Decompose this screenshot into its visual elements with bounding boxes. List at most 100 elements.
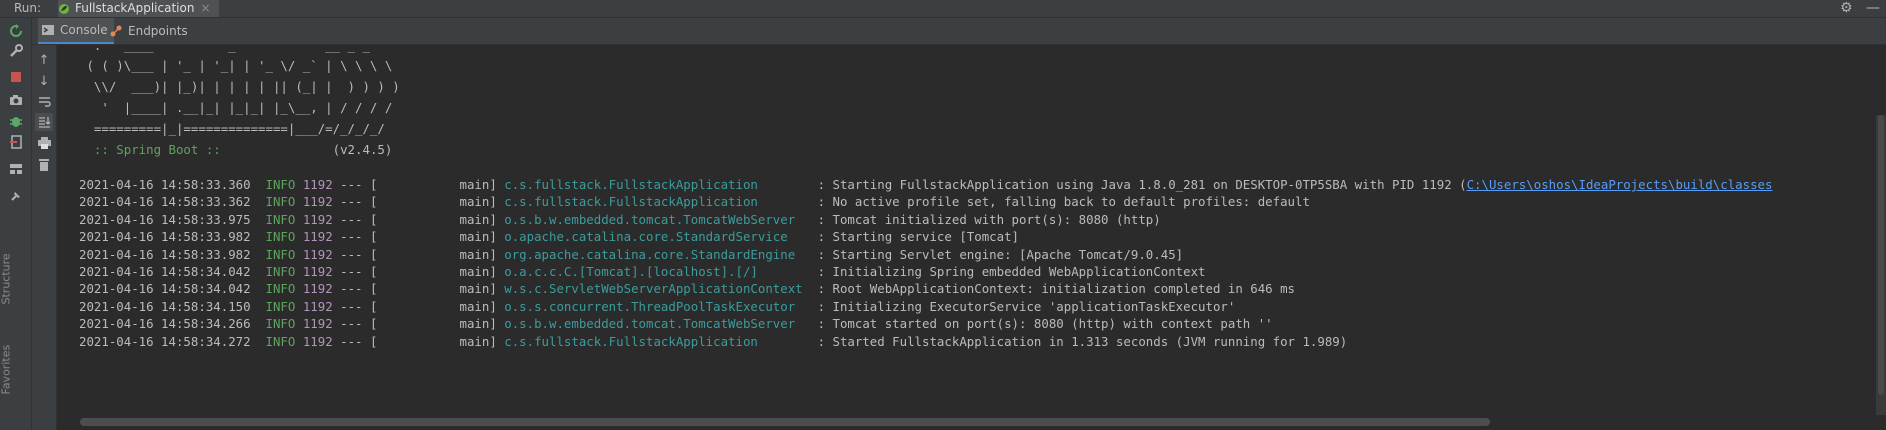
log-timestamp: 2021-04-16 14:58:34.042 — [79, 264, 251, 279]
favorites-tool-label[interactable]: Favorites — [0, 345, 13, 395]
log-thread: main] — [377, 281, 497, 297]
log-level: INFO — [265, 229, 296, 245]
print-icon[interactable] — [35, 134, 53, 152]
debug-icon[interactable] — [6, 112, 26, 130]
log-separator: --- [ — [332, 298, 378, 314]
log-timestamp: 2021-04-16 14:58:33.975 — [79, 211, 251, 227]
log-level: INFO — [265, 264, 296, 279]
log-level: INFO — [265, 281, 296, 297]
log-message: : Root WebApplicationContext: initializa… — [817, 281, 1296, 297]
log-message: : Started FullstackApplication in 1.313 … — [817, 333, 1348, 349]
log-level: INFO — [265, 211, 296, 227]
log-timestamp: 2021-04-16 14:58:33.982 — [79, 246, 251, 262]
console-output[interactable]: . ____ _ __ _ _ ( ( )\___ | '_ | '_| | '… — [57, 45, 1886, 415]
arrow-up-icon[interactable]: ↑ — [35, 51, 53, 69]
minimize-icon[interactable]: — — [1866, 0, 1880, 17]
spring-boot-version: (v2.4.5) — [332, 142, 393, 157]
log-separator: --- [ — [332, 264, 378, 279]
log-separator: --- [ — [332, 211, 378, 227]
run-label: Run: — [14, 1, 42, 15]
gear-icon[interactable]: ⚙ — [1840, 0, 1853, 17]
log-timestamp: 2021-04-16 14:58:34.150 — [79, 298, 251, 314]
scroll-to-end-icon[interactable] — [35, 113, 53, 131]
spring-boot-banner: :: Spring Boot :: (v2.4.5) — [79, 140, 392, 160]
log-logger: o.apache.catalina.core.StandardService — [504, 229, 811, 245]
spring-boot-label: :: Spring Boot :: — [79, 142, 333, 157]
log-thread: main] — [377, 333, 497, 349]
log-pid: 1192 — [302, 229, 333, 245]
log-separator: --- [ — [332, 333, 378, 349]
exit-icon[interactable] — [6, 133, 26, 151]
log-timestamp: 2021-04-16 14:58:34.042 — [79, 281, 251, 297]
banner-line: ' |____| .__|_| |_|_| |_\__, | / / / / — [79, 100, 393, 115]
log-pid: 1192 — [302, 281, 333, 297]
log-timestamp: 2021-04-16 14:58:33.982 — [79, 229, 251, 245]
log-pid: 1192 — [302, 298, 333, 314]
log-separator: --- [ — [332, 281, 378, 297]
log-thread: main] — [377, 229, 497, 245]
camera-icon[interactable] — [6, 91, 26, 109]
log-logger: c.s.fullstack.FullstackApplication — [504, 194, 811, 210]
log-level: INFO — [265, 194, 296, 210]
banner-line: \\/ ___)| |_)| | | | | || (_| | ) ) ) ) — [79, 79, 400, 94]
close-icon[interactable]: × — [200, 0, 210, 17]
log-message: : Initializing ExecutorService 'applicat… — [817, 298, 1236, 314]
console-icon — [42, 25, 54, 35]
spring-leaf-icon — [58, 3, 70, 15]
tab-endpoints-label: Endpoints — [128, 24, 188, 38]
log-message: : Tomcat started on port(s): 8080 (http)… — [817, 316, 1273, 332]
log-thread: main] — [377, 194, 497, 210]
log-timestamp: 2021-04-16 14:58:34.272 — [79, 333, 251, 349]
arrow-down-icon[interactable]: ↓ — [35, 72, 53, 90]
run-tabs: Console Endpoints — [32, 18, 1886, 45]
log-pid: 1192 — [302, 333, 333, 349]
soft-wrap-icon[interactable] — [35, 93, 53, 111]
log-separator: --- [ — [332, 246, 378, 262]
tab-console-label: Console — [60, 23, 108, 37]
log-message: : No active profile set, falling back to… — [817, 194, 1310, 210]
classpath-link[interactable]: C:\Users\oshos\IdeaProjects\build\classe… — [1467, 177, 1773, 192]
wrench-icon[interactable] — [6, 42, 26, 60]
log-separator: --- [ — [332, 177, 378, 192]
log-level: INFO — [265, 177, 296, 192]
log-logger: c.s.fullstack.FullstackApplication — [504, 333, 811, 349]
run-toolbar: Run: FullstackApplication × ⚙ — — [0, 0, 1886, 18]
log-pid: 1192 — [302, 211, 333, 227]
log-level: INFO — [265, 246, 296, 262]
log-logger: org.apache.catalina.core.StandardEngine — [504, 246, 811, 262]
log-pid: 1192 — [302, 264, 333, 279]
banner-line: =========|_|==============|___/=/_/_/_/ — [79, 121, 385, 136]
rerun-icon[interactable] — [6, 22, 26, 40]
log-logger: o.a.c.c.C.[Tomcat].[localhost].[/] — [504, 264, 811, 279]
tab-console[interactable]: Console — [38, 18, 114, 44]
log-thread: main] — [377, 211, 497, 227]
endpoints-icon — [110, 25, 122, 37]
banner-line: . ____ _ __ _ _ — [79, 45, 370, 53]
structure-tool-label[interactable]: Structure — [0, 253, 13, 304]
horizontal-scrollbar-thumb[interactable] — [80, 418, 1490, 426]
pin-icon[interactable] — [6, 187, 26, 205]
log-level: INFO — [265, 298, 296, 314]
log-message: : Starting service [Tomcat] — [817, 229, 1019, 245]
tab-endpoints[interactable]: Endpoints — [110, 18, 188, 44]
log-level: INFO — [265, 316, 296, 332]
log-pid: 1192 — [302, 194, 333, 210]
stop-icon[interactable] — [6, 68, 26, 86]
console-toolbar: ↑ ↓ — [32, 45, 57, 430]
log-logger: w.s.c.ServletWebServerApplicationContext — [504, 281, 811, 297]
run-config-tab[interactable]: FullstackApplication × — [58, 0, 219, 17]
log-message: : Starting Servlet engine: [Apache Tomca… — [817, 246, 1184, 262]
log-pid: 1192 — [302, 177, 333, 192]
log-separator: --- [ — [332, 229, 378, 245]
vertical-scrollbar-thumb[interactable] — [1878, 115, 1884, 395]
banner-line: ( ( )\___ | '_ | '_| | '_ \/ _` | \ \ \ … — [79, 58, 393, 73]
log-thread: main] — [377, 264, 497, 279]
log-thread: main] — [377, 298, 497, 314]
log-logger: o.s.b.w.embedded.tomcat.TomcatWebServer — [504, 211, 811, 227]
log-timestamp: 2021-04-16 14:58:34.266 — [79, 316, 251, 332]
layout-icon[interactable] — [6, 160, 26, 178]
log-separator: --- [ — [332, 316, 378, 332]
log-message: : Tomcat initialized with port(s): 8080 … — [817, 211, 1161, 227]
trash-icon[interactable] — [35, 155, 53, 173]
run-config-title: FullstackApplication — [75, 1, 195, 15]
